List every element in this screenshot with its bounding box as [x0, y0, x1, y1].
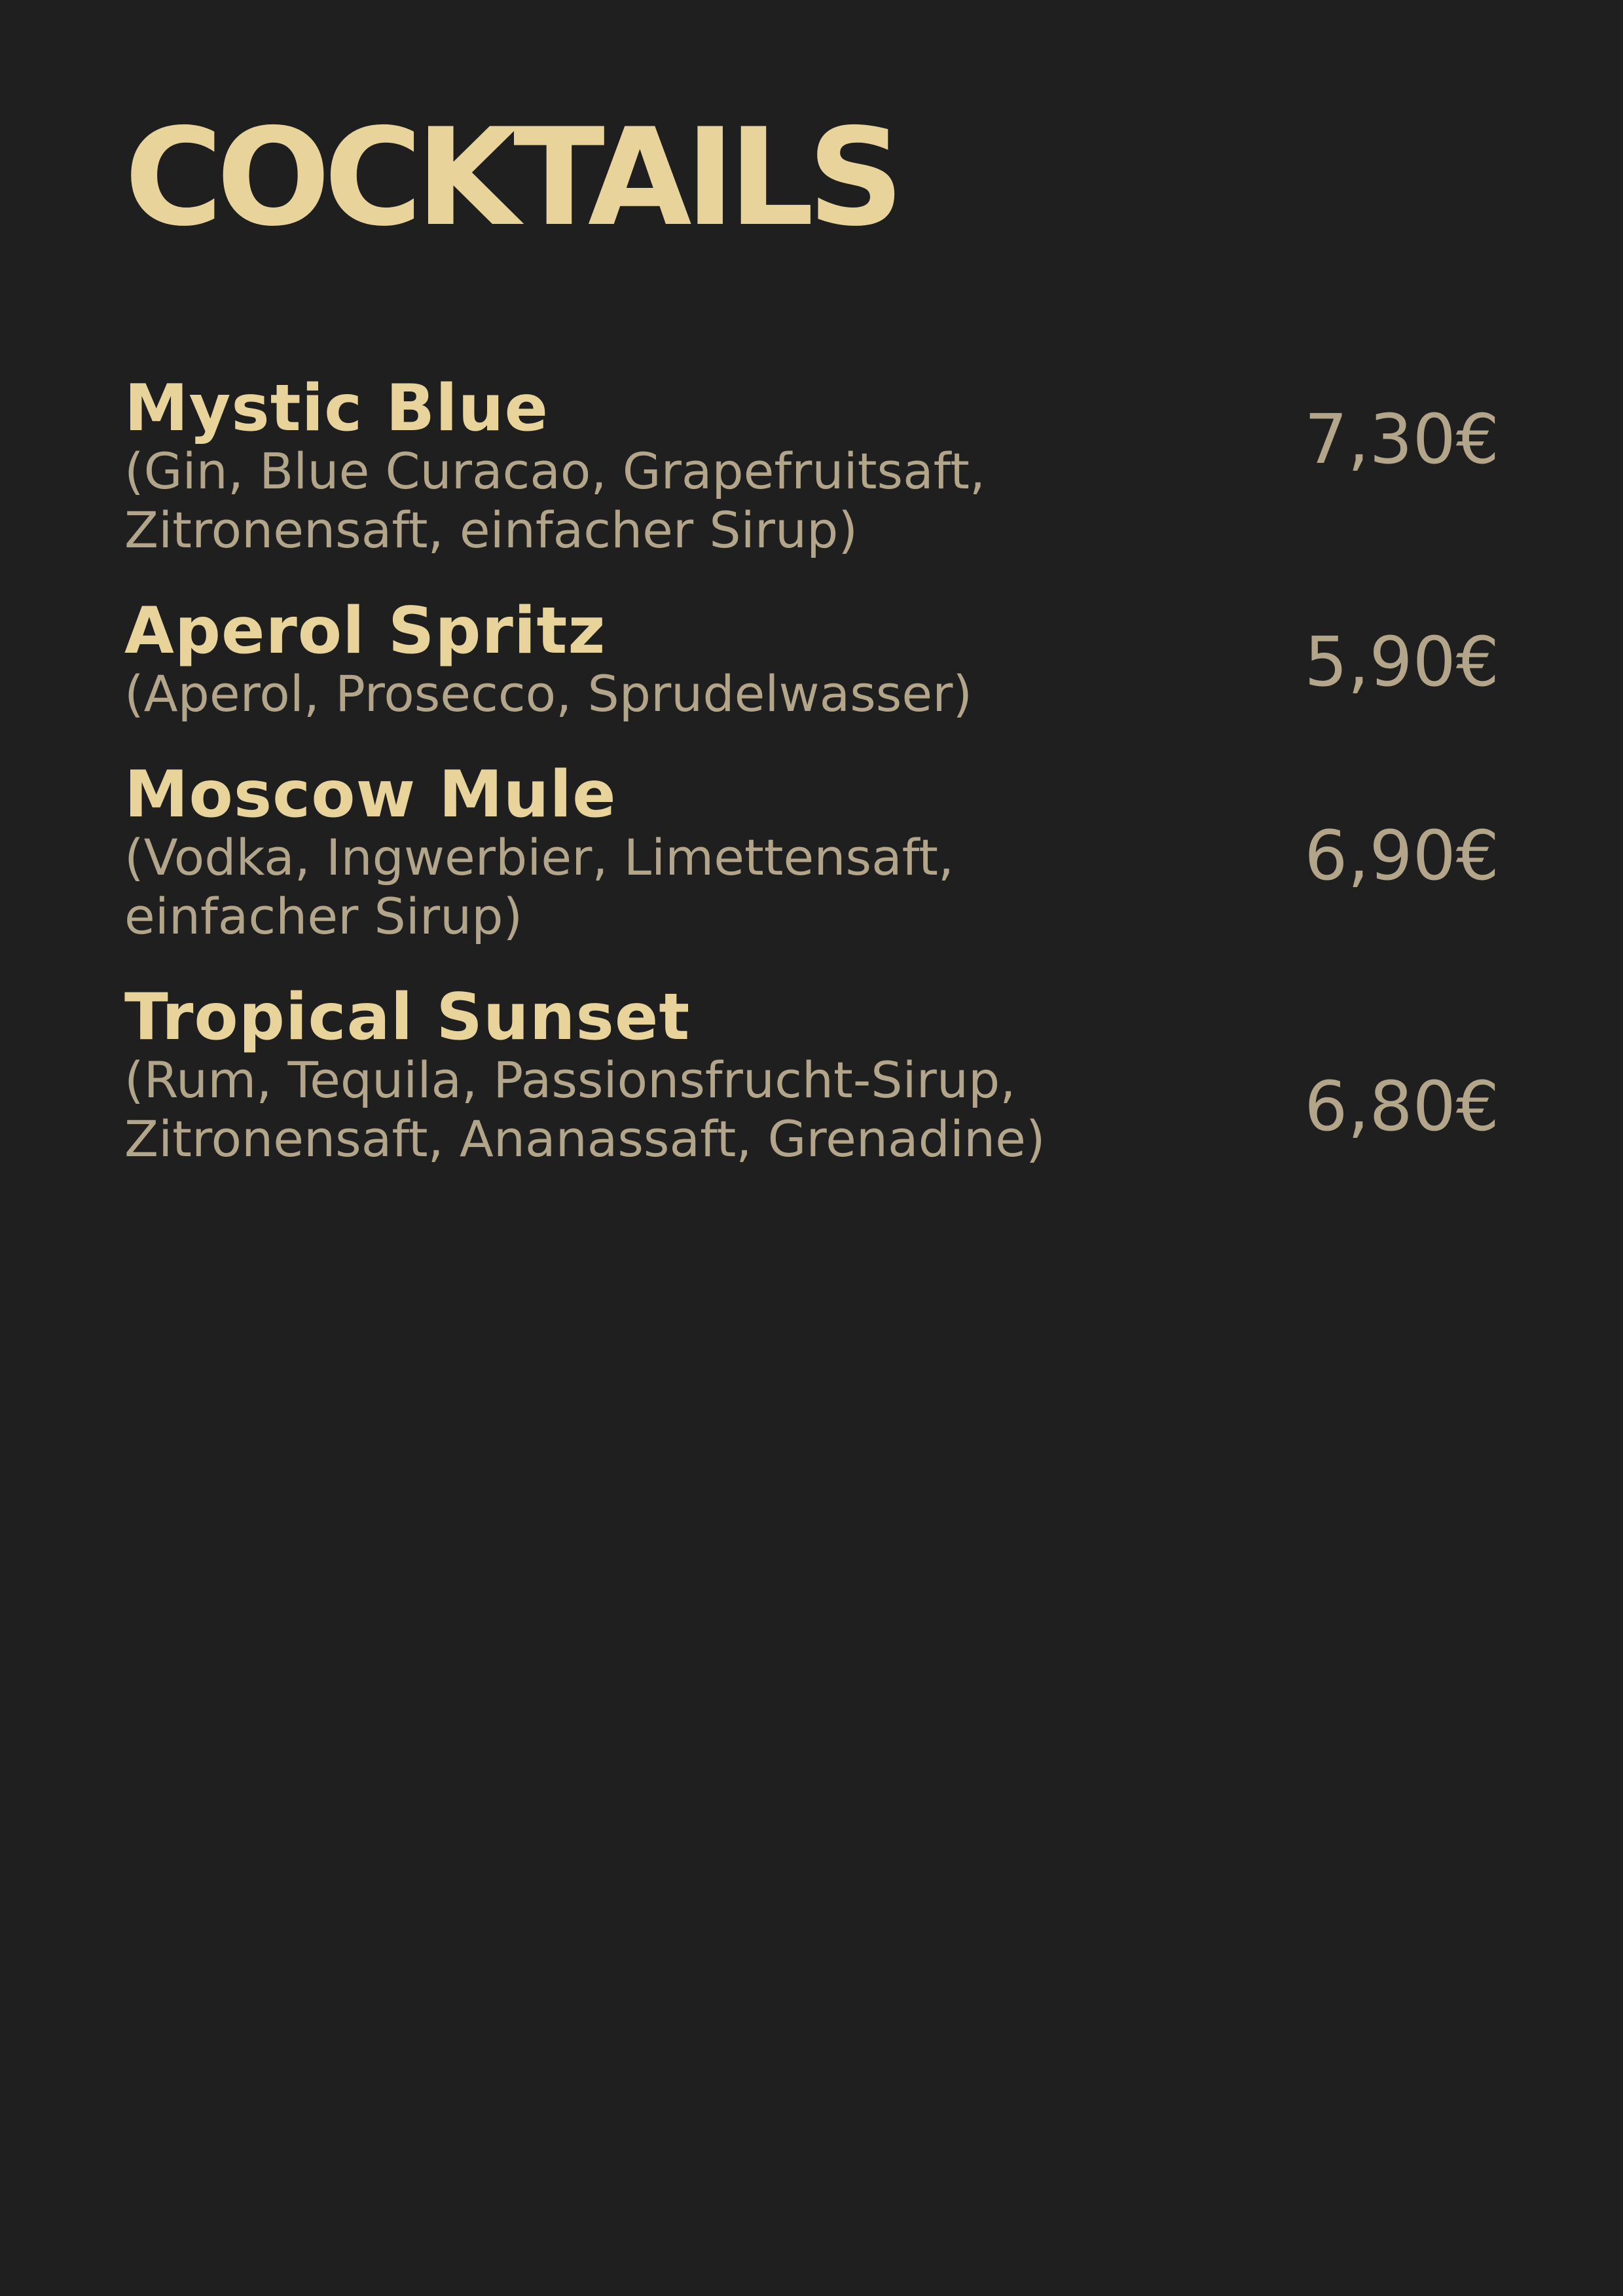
item-price: 5,90€	[1304, 622, 1499, 702]
item-name: Tropical Sunset	[124, 980, 691, 1055]
item-name: Mystic Blue	[124, 371, 549, 446]
item-description: (Aperol, Prosecco, Sprudelwasser)	[124, 665, 973, 723]
item-name: Moscow Mule	[124, 757, 617, 832]
item-name: Aperol Spritz	[124, 594, 606, 668]
item-description: (Vodka, Ingwerbier, Limettensaft, einfac…	[124, 828, 955, 945]
menu-item-aperol-spritz: Aperol Spritz (Aperol, Prosecco, Sprudel…	[124, 599, 1499, 723]
menu-title: COCKTAILS	[124, 100, 904, 256]
menu-page: COCKTAILS Mystic Blue (Gin, Blue Curacao…	[0, 0, 1623, 2296]
item-price: 6,80€	[1304, 1066, 1499, 1146]
item-description: (Rum, Tequila, Passionsfrucht-Sirup, Zit…	[124, 1051, 1046, 1168]
menu-item-mystic-blue: Mystic Blue (Gin, Blue Curacao, Grapefru…	[124, 376, 1499, 560]
menu-item-tropical-sunset: Tropical Sunset (Rum, Tequila, Passionsf…	[124, 985, 1499, 1169]
menu-item-moscow-mule: Moscow Mule (Vodka, Ingwerbier, Limetten…	[124, 763, 1499, 946]
item-price: 7,30€	[1304, 399, 1499, 479]
item-description: (Gin, Blue Curacao, Grapefruitsaft, Zitr…	[124, 442, 986, 559]
item-price: 6,90€	[1304, 816, 1499, 896]
